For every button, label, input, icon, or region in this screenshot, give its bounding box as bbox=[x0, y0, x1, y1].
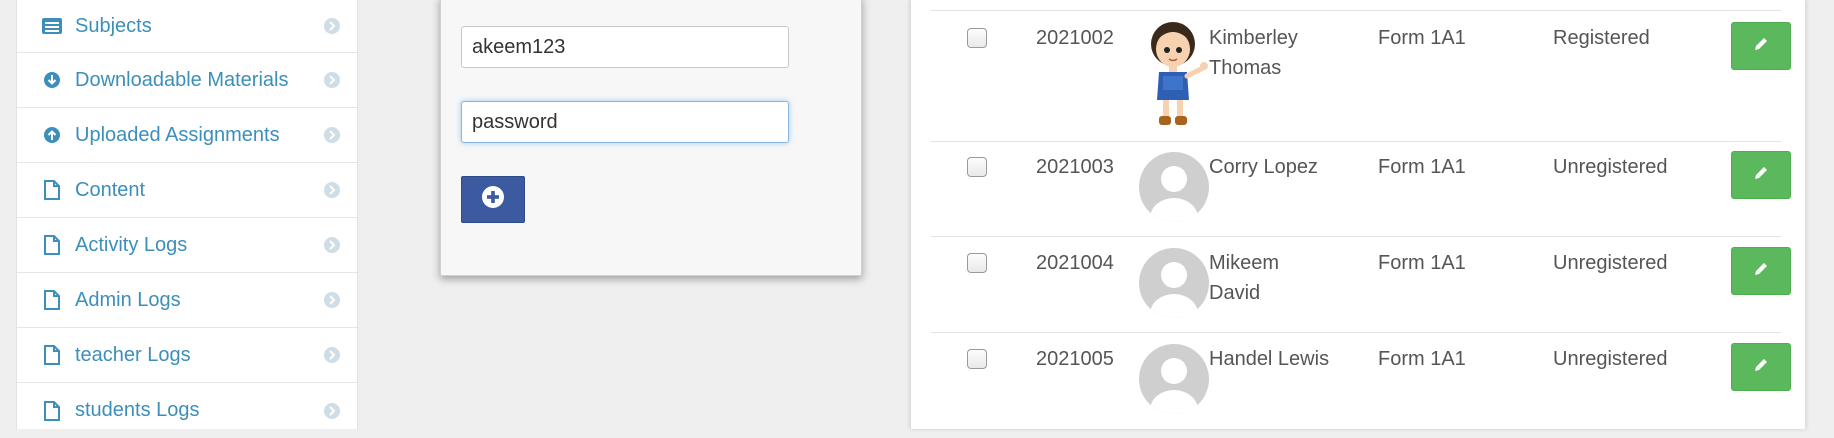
sidebar-item-downloadable-materials[interactable]: Downloadable Materials bbox=[17, 53, 357, 108]
sidebar-item-label: teacher Logs bbox=[75, 343, 191, 366]
sidebar-item-label: Downloadable Materials bbox=[75, 68, 289, 91]
sidebar-item-subjects[interactable]: Subjects bbox=[17, 0, 357, 53]
password-input[interactable] bbox=[461, 101, 789, 143]
add-student-form-card bbox=[440, 0, 862, 276]
student-id: 2021005 bbox=[1036, 348, 1114, 370]
student-name: Kimberley Thomas bbox=[1209, 27, 1298, 79]
default-avatar-icon bbox=[1139, 248, 1209, 318]
student-name: Mikeem David bbox=[1209, 252, 1280, 304]
chevron-right-icon bbox=[323, 346, 341, 364]
sidebar-item-activity-logs[interactable]: Activity Logs bbox=[17, 218, 357, 273]
add-button[interactable] bbox=[461, 176, 525, 223]
student-status: Unregistered bbox=[1553, 156, 1668, 178]
row-checkbox[interactable] bbox=[967, 253, 987, 273]
sidebar-item-label: Content bbox=[75, 178, 146, 201]
edit-button[interactable] bbox=[1731, 247, 1791, 295]
table-row: 2021002 Kimberley Thomas Form 1A1 Regist… bbox=[931, 10, 1791, 142]
sidebar-nav: Subjects Downloadable Materials Uploaded… bbox=[16, 0, 358, 429]
edit-button[interactable] bbox=[1731, 22, 1791, 70]
student-class: Form 1A1 bbox=[1378, 252, 1466, 274]
pencil-icon bbox=[1752, 260, 1770, 283]
chevron-right-icon bbox=[323, 71, 341, 89]
file-icon bbox=[41, 289, 63, 311]
sidebar-item-admin-logs[interactable]: Admin Logs bbox=[17, 273, 357, 328]
pencil-icon bbox=[1752, 164, 1770, 187]
file-icon bbox=[41, 179, 63, 201]
edit-button[interactable] bbox=[1731, 151, 1791, 199]
chevron-right-icon bbox=[323, 126, 341, 144]
pencil-icon bbox=[1752, 35, 1770, 58]
download-circle-icon bbox=[41, 69, 63, 91]
student-id: 2021003 bbox=[1036, 156, 1114, 178]
plus-circle-icon bbox=[481, 185, 505, 214]
row-checkbox[interactable] bbox=[967, 349, 987, 369]
file-icon bbox=[41, 400, 63, 422]
sidebar-item-label: Uploaded Assignments bbox=[75, 123, 280, 146]
student-status: Unregistered bbox=[1553, 252, 1668, 274]
sidebar-item-students-logs[interactable]: students Logs bbox=[17, 383, 357, 438]
sidebar-item-label: Admin Logs bbox=[75, 288, 181, 311]
student-name: Handel Lewis bbox=[1209, 348, 1330, 370]
sidebar-item-uploaded-assignments[interactable]: Uploaded Assignments bbox=[17, 108, 357, 163]
default-avatar-icon bbox=[1139, 344, 1209, 414]
student-name: Corry Lopez bbox=[1209, 156, 1318, 178]
chevron-right-icon bbox=[323, 291, 341, 309]
chevron-right-icon bbox=[323, 402, 341, 420]
file-icon bbox=[41, 344, 63, 366]
row-checkbox[interactable] bbox=[967, 28, 987, 48]
student-class: Form 1A1 bbox=[1378, 156, 1466, 178]
row-checkbox[interactable] bbox=[967, 157, 987, 177]
sidebar-item-label: Subjects bbox=[75, 14, 152, 37]
upload-circle-icon bbox=[41, 124, 63, 146]
students-table-panel: 2021002 Kimberley Thomas Form 1A1 Regist… bbox=[910, 0, 1806, 429]
table-row: 2021004 Mikeem David Form 1A1 Unregister… bbox=[931, 236, 1791, 333]
sidebar-item-content[interactable]: Content bbox=[17, 163, 357, 218]
student-status: Unregistered bbox=[1553, 348, 1668, 370]
pencil-icon bbox=[1752, 356, 1770, 379]
sidebar-item-label: students Logs bbox=[75, 399, 200, 421]
sidebar-item-label: Activity Logs bbox=[75, 233, 188, 256]
username-input[interactable] bbox=[461, 26, 789, 68]
chevron-right-icon bbox=[323, 236, 341, 254]
student-id: 2021002 bbox=[1036, 27, 1114, 49]
student-class: Form 1A1 bbox=[1378, 348, 1466, 370]
default-avatar-icon bbox=[1139, 152, 1209, 222]
file-icon bbox=[41, 234, 63, 256]
table-row: 2021003 Corry Lopez Form 1A1 Unregistere… bbox=[931, 140, 1791, 237]
student-id: 2021004 bbox=[1036, 252, 1114, 274]
chevron-right-icon bbox=[323, 17, 341, 35]
student-class: Form 1A1 bbox=[1378, 27, 1466, 49]
edit-button[interactable] bbox=[1731, 343, 1791, 391]
list-icon bbox=[41, 15, 63, 37]
student-avatar bbox=[1143, 16, 1213, 134]
student-status: Registered bbox=[1553, 27, 1650, 49]
table-row: 2021005 Handel Lewis Form 1A1 Unregister… bbox=[931, 332, 1791, 429]
chevron-right-icon bbox=[323, 181, 341, 199]
sidebar-item-teacher-logs[interactable]: teacher Logs bbox=[17, 328, 357, 383]
